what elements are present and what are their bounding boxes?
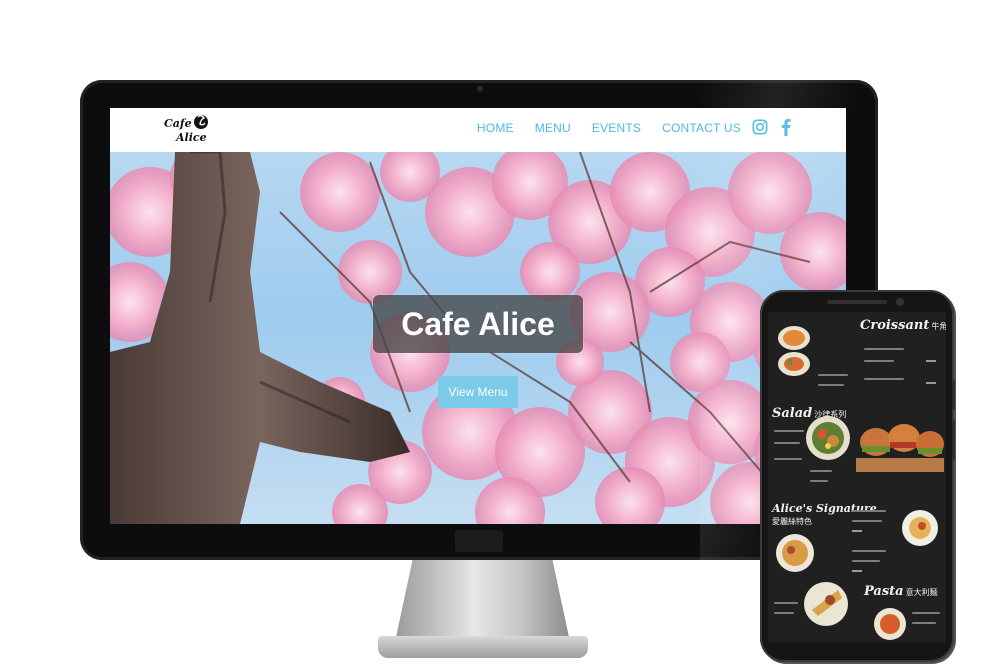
logo-text-alice: Alice	[176, 131, 207, 144]
view-menu-button[interactable]: View Menu	[438, 376, 518, 408]
menu-heading-croissant: Croissant牛角包	[860, 318, 946, 333]
menu-item-line	[774, 442, 800, 444]
dish-image-icon	[776, 534, 814, 572]
menu-heading-pasta: Pasta 意大利麵	[864, 584, 938, 599]
instagram-icon[interactable]	[752, 118, 768, 136]
phone-volume-button	[952, 420, 955, 460]
dish-image-icon	[874, 608, 906, 640]
menu-item-price	[852, 570, 862, 572]
signature-title: Alice's Signature	[772, 502, 877, 515]
salad-title: Salad	[772, 406, 813, 421]
pasta-subtitle: 意大利麵	[905, 588, 938, 597]
menu-item-line	[810, 480, 828, 482]
nav-events[interactable]: EVENTS	[592, 121, 641, 135]
menu-item-price	[852, 530, 862, 532]
menu-item-line	[864, 360, 894, 362]
dish-image-icon	[778, 326, 810, 376]
monitor-stand-base	[378, 636, 588, 658]
menu-item-line	[810, 470, 832, 472]
menu-item-line	[852, 560, 880, 562]
burger-image-icon	[856, 424, 944, 472]
hero-title-box: Cafe Alice	[373, 295, 583, 353]
menu-item-line	[912, 612, 940, 614]
menu-item-line	[774, 430, 804, 432]
menu-panel-pasta: Pasta 意大利麵	[768, 580, 946, 642]
dish-image-icon	[804, 582, 848, 626]
signature-subtitle: 愛麗絲特色	[772, 517, 812, 526]
phone-speaker	[827, 300, 887, 304]
swan-logo-icon	[194, 115, 208, 129]
croissant-title: Croissant	[860, 318, 930, 333]
pasta-title: Pasta	[864, 584, 904, 599]
menu-item-line	[852, 520, 882, 522]
phone-menu-screen: Croissant牛角包 Salad沙律系列	[768, 312, 946, 642]
menu-item-line	[912, 622, 936, 624]
phone-camera	[896, 298, 904, 306]
menu-item-price	[926, 360, 936, 362]
nav-menu[interactable]: MENU	[535, 121, 571, 135]
menu-item-line	[774, 458, 802, 460]
monitor-chin-detail	[455, 530, 503, 552]
menu-item-line	[774, 602, 798, 604]
nav-home[interactable]: HOME	[477, 121, 514, 135]
menu-item-line	[852, 550, 886, 552]
menu-panel-signature: Alice's Signature 愛麗絲特色	[768, 496, 946, 581]
dish-image-icon	[902, 510, 938, 546]
hero-section: Cafe Alice View Menu	[110, 152, 846, 524]
site-logo[interactable]: Cafe Alice	[162, 112, 208, 148]
facebook-icon[interactable]	[778, 118, 794, 136]
menu-item-line	[864, 378, 904, 380]
monitor-camera	[477, 86, 483, 92]
menu-panel-salad: Salad 沙律系列	[768, 400, 946, 497]
menu-item-line	[818, 374, 848, 376]
logo-text-cafe: Cafe	[164, 117, 192, 130]
social-links	[752, 118, 794, 136]
hero-title: Cafe Alice	[401, 305, 555, 342]
menu-item-line	[818, 384, 844, 386]
monitor-screen: Cafe Alice HOME MENU EVENTS CONTACT US C…	[110, 108, 846, 524]
dish-image-icon	[806, 416, 850, 460]
site-header: Cafe Alice HOME MENU EVENTS CONTACT US	[110, 108, 846, 152]
menu-item-price	[926, 382, 936, 384]
nav-contact-us[interactable]: CONTACT US	[662, 121, 741, 135]
menu-heading-signature: Alice's Signature	[772, 502, 877, 515]
menu-item-line	[852, 510, 886, 512]
menu-item-line	[774, 612, 794, 614]
main-nav: HOME MENU EVENTS CONTACT US	[477, 121, 741, 135]
monitor-stand	[395, 560, 570, 642]
menu-panel-croissant: Croissant牛角包	[768, 312, 946, 401]
phone-side-button	[952, 380, 955, 410]
menu-item-line	[864, 348, 904, 350]
croissant-subtitle: 牛角包	[931, 322, 946, 331]
